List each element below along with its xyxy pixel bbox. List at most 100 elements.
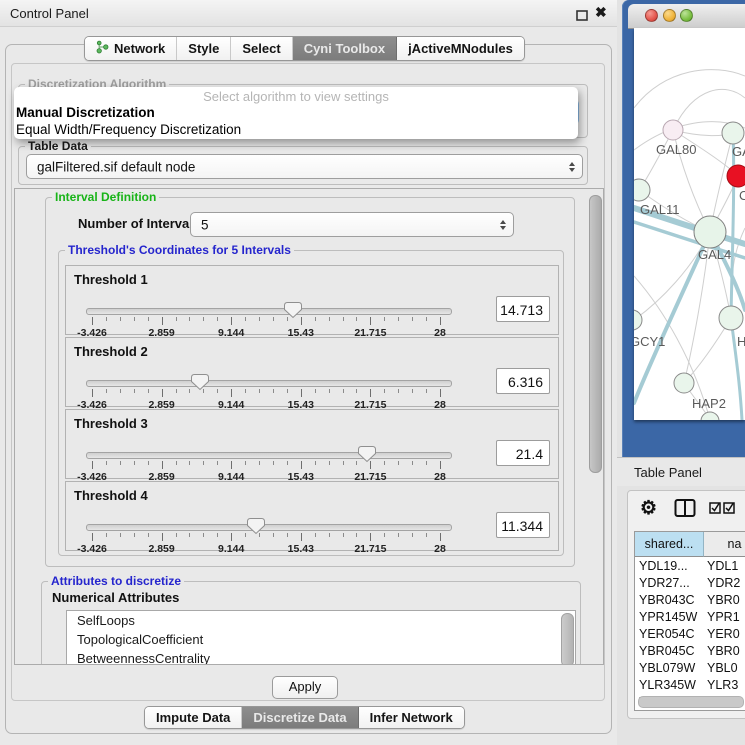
threshold-label: Threshold 1 (74, 272, 148, 287)
control-panel-tabs: Network Style Select Cyni Toolbox jActiv… (84, 36, 525, 61)
node (634, 179, 650, 201)
dropdown-option[interactable]: Equal Width/Frequency Discretization (14, 121, 578, 138)
table-horizontal-scrollbar[interactable] (638, 696, 744, 708)
column-header-shared-name[interactable]: shared... (635, 532, 704, 557)
network-view-window[interactable]: GAL80 GA C GAL11 GAL4 GCY1 H HAP2 (622, 0, 745, 457)
table-row[interactable]: YPR145WYPR1 (635, 609, 745, 626)
svg-text:GAL80: GAL80 (656, 142, 696, 157)
attributes-list[interactable]: SelfLoops TopologicalCoefficient Between… (66, 610, 576, 665)
slider-thumb[interactable] (246, 517, 266, 535)
network-icon (96, 40, 109, 57)
node (663, 120, 683, 140)
threshold-slider[interactable]: -3.4262.8599.14415.4321.71528 (86, 374, 452, 406)
tab-label: Impute Data (156, 710, 230, 725)
algorithm-dropdown-popup: Select algorithm to view settings Manual… (14, 87, 578, 139)
threshold-panel: Threshold 1 -3.4262.8599.14415.4321.7152… (65, 265, 559, 335)
table-panel-titlebar: Table Panel (617, 457, 745, 486)
tab-label: Style (188, 41, 219, 56)
cyni-bottom-tabs: Impute Data Discretize Data Infer Networ… (144, 706, 465, 729)
threshold-value-box[interactable]: 14.713 (496, 296, 550, 322)
tab-label: jActiveMNodules (408, 41, 513, 56)
slider-thumb[interactable] (357, 445, 377, 463)
scrollbar-thumb[interactable] (589, 195, 602, 473)
threshold-value-box[interactable]: 6.316 (496, 368, 550, 394)
tab-style[interactable]: Style (177, 37, 231, 60)
group-title: Attributes to discretize (48, 574, 184, 588)
apply-button[interactable]: Apply (272, 676, 338, 699)
tab-discretize-data[interactable]: Discretize Data (242, 707, 358, 728)
column-header-name[interactable]: na (704, 532, 745, 557)
num-intervals-label: Number of Intervals (78, 216, 200, 231)
settings-scrollbar[interactable] (588, 191, 601, 660)
list-item[interactable]: BetweennessCentrality (67, 649, 575, 665)
mac-zoom-button[interactable] (680, 9, 693, 22)
slider-thumb[interactable] (190, 373, 210, 391)
select-all-icon[interactable] (723, 501, 736, 519)
tab-jactivemnodules[interactable]: jActiveMNodules (397, 37, 524, 60)
threshold-panel: Threshold 4 -3.4262.8599.14415.4321.7152… (65, 481, 559, 551)
threshold-label: Threshold 2 (74, 344, 148, 359)
network-window-titlebar[interactable] (628, 4, 745, 29)
num-intervals-combobox[interactable]: 5 (190, 212, 514, 237)
threshold-slider[interactable]: -3.4262.8599.14415.4321.71528 (86, 446, 452, 478)
tab-select[interactable]: Select (231, 37, 292, 60)
panel-title: Control Panel (10, 6, 89, 21)
threshold-value-box[interactable]: 11.344 (496, 512, 550, 538)
combobox-arrows-icon (500, 220, 506, 230)
tab-label: Select (242, 41, 280, 56)
list-scrollbar[interactable] (561, 613, 573, 665)
network-canvas[interactable]: GAL80 GA C GAL11 GAL4 GCY1 H HAP2 (634, 28, 745, 420)
gear-icon[interactable]: ⚙ (640, 497, 657, 520)
control-panel-titlebar: Control Panel ✖ (0, 0, 617, 27)
mac-close-button[interactable] (645, 9, 658, 22)
table-row[interactable]: YBR045CYBR0 (635, 643, 745, 660)
dropdown-placeholder: Select algorithm to view settings (14, 87, 578, 104)
table-row[interactable]: YBR043CYBR0 (635, 592, 745, 609)
threshold-slider[interactable]: -3.4262.8599.14415.4321.71528 (86, 518, 452, 550)
tab-label: Network (114, 41, 165, 56)
thresholds-group: Threshold's Coordinates for 5 Intervals … (58, 250, 564, 556)
tab-impute-data[interactable]: Impute Data (145, 707, 242, 728)
table-row[interactable]: YLR345WYLR3 (635, 677, 745, 694)
split-columns-icon[interactable] (674, 498, 697, 523)
group-title: Interval Definition (52, 190, 159, 204)
tab-label: Discretize Data (253, 710, 346, 725)
table-data-group: Table Data galFiltered.sif default node (18, 146, 588, 185)
tab-infer-network[interactable]: Infer Network (359, 707, 464, 728)
tab-network[interactable]: Network (85, 37, 177, 60)
threshold-slider[interactable]: -3.4262.8599.14415.4321.71528 (86, 302, 452, 334)
dropdown-option[interactable]: Manual Discretization (14, 104, 578, 121)
slider-scale-labels: -3.4262.8599.14415.4321.71528 (92, 543, 440, 555)
attributes-group: Attributes to discretize Numerical Attri… (41, 581, 581, 665)
threshold-panel: Threshold 3 -3.4262.8599.14415.4321.7152… (65, 409, 559, 479)
node-table: shared... na YDL19...YDL1 YDR27...YDR2 Y… (634, 531, 745, 711)
tab-cyni-toolbox[interactable]: Cyni Toolbox (293, 37, 397, 60)
table-panel-title: Table Panel (634, 465, 702, 480)
group-title: Threshold's Coordinates for 5 Intervals (65, 243, 294, 257)
slider-thumb[interactable] (283, 301, 303, 319)
list-item[interactable]: TopologicalCoefficient (67, 630, 575, 649)
table-row[interactable]: YER054CYER0 (635, 626, 745, 643)
node (719, 306, 743, 330)
float-window-icon[interactable] (576, 8, 588, 26)
table-row[interactable]: YDR27...YDR2 (635, 575, 745, 592)
threshold-panel: Threshold 2 -3.4262.8599.14415.4321.7152… (65, 337, 559, 407)
group-title: Table Data (25, 139, 91, 153)
right-region: GAL80 GA C GAL11 GAL4 GCY1 H HAP2 Table … (617, 0, 745, 745)
select-columns-icon[interactable] (709, 501, 722, 519)
list-item[interactable]: SelfLoops (67, 611, 575, 630)
tab-label: Infer Network (370, 710, 453, 725)
combobox-arrows-icon (569, 162, 575, 172)
threshold-value-box[interactable]: 21.4 (496, 440, 550, 466)
table-row[interactable]: YDL19...YDL1 (635, 558, 745, 575)
slider-ticks (92, 533, 440, 542)
node-selected-red (727, 165, 745, 187)
combobox-value: 5 (201, 217, 209, 232)
tab-label: Cyni Toolbox (304, 41, 385, 56)
table-panel: ⚙ shared... na YDL19...YDL1 YDR27...YDR2… (627, 490, 745, 719)
close-icon[interactable]: ✖ (595, 4, 607, 21)
table-data-combobox[interactable]: galFiltered.sif default node (26, 154, 583, 179)
threshold-label: Threshold 3 (74, 416, 148, 431)
table-row[interactable]: YBL079WYBL0 (635, 660, 745, 677)
mac-minimize-button[interactable] (663, 9, 676, 22)
